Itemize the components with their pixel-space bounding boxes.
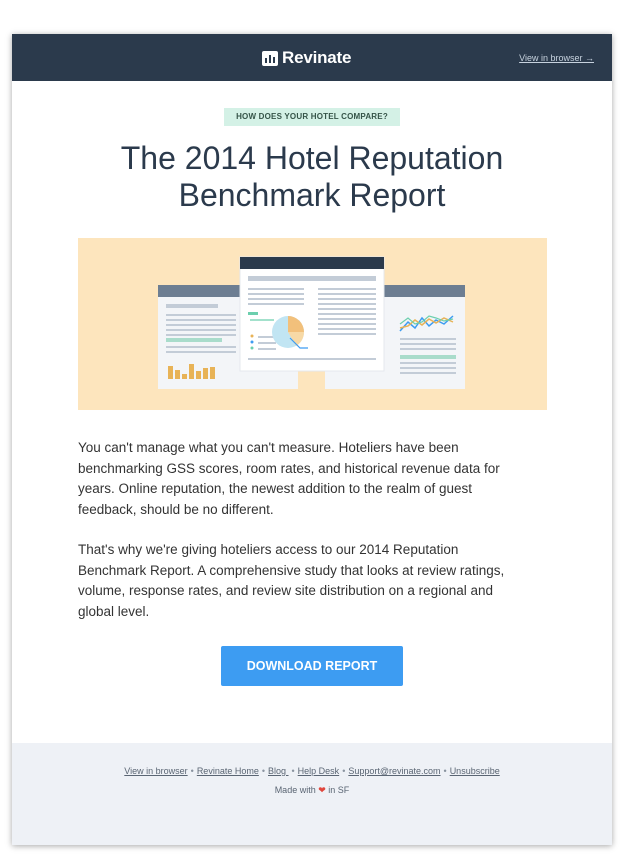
footer-help-desk-link[interactable]: Help Desk: [298, 766, 340, 776]
compare-tag: HOW DOES YOUR HOTEL COMPARE?: [224, 108, 400, 126]
page-title: The 2014 Hotel Reputation Benchmark Repo…: [52, 140, 572, 214]
footer-separator: •: [443, 766, 447, 776]
title-line-2: Benchmark Report: [178, 177, 446, 213]
report-dashboard-illustration: [158, 256, 465, 389]
footer-separator: •: [190, 766, 194, 776]
heart-icon: ❤: [318, 785, 326, 795]
footer-separator: •: [342, 766, 346, 776]
footer-view-in-browser-link[interactable]: View in browser: [124, 766, 187, 776]
made-with-text: Made with ❤ in SF: [12, 785, 612, 796]
view-in-browser-link[interactable]: View in browser →: [519, 53, 594, 63]
email-container: Revinate View in browser → HOW DOES YOUR…: [12, 34, 612, 845]
footer-separator: •: [291, 766, 295, 776]
intro-paragraph: You can't manage what you can't measure.…: [78, 440, 500, 517]
email-footer: View in browser • Revinate Home • Blog • Help…: [12, 743, 612, 845]
download-report-button[interactable]: DOWNLOAD REPORT: [221, 646, 403, 686]
logo-text: Revinate: [282, 48, 352, 67]
revinate-logo[interactable]: Revinate: [262, 48, 351, 68]
made-with-suffix: in SF: [328, 785, 350, 795]
footer-blog-link[interactable]: Blog: [268, 766, 289, 776]
footer-separator: •: [261, 766, 265, 776]
footer-revinate-home-link[interactable]: Revinate Home: [197, 766, 259, 776]
report-paragraph: That's why we're giving hoteliers access…: [78, 542, 505, 619]
footer-unsubscribe-link[interactable]: Unsubscribe: [450, 766, 500, 776]
footer-links: View in browser • Revinate Home • Blog • Help…: [12, 766, 612, 776]
title-line-1: The 2014 Hotel Reputation: [120, 140, 504, 176]
report-illustration: [78, 238, 547, 410]
footer-support-email-link[interactable]: Support@revinate.com: [348, 766, 440, 776]
email-header: Revinate View in browser →: [12, 34, 612, 81]
made-with-prefix: Made with: [274, 785, 316, 795]
bar-chart-logo-icon: [262, 50, 278, 66]
